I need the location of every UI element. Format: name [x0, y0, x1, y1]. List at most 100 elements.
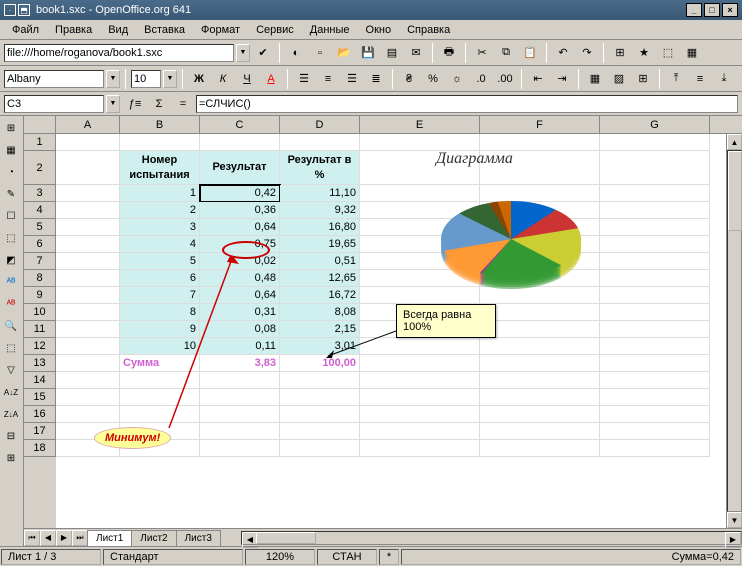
hscroll-thumb[interactable] — [256, 532, 316, 544]
row-header[interactable]: 15 — [24, 389, 56, 406]
mail-icon[interactable]: ✉ — [405, 42, 427, 64]
cell-name-box[interactable] — [4, 95, 104, 113]
menu-view[interactable]: Вид — [100, 22, 136, 38]
ungroup-icon[interactable]: ⊞ — [1, 448, 21, 468]
sort-desc-icon[interactable]: Z↓A — [1, 404, 21, 424]
insert-cells-icon[interactable]: ▦ — [1, 140, 21, 160]
url-dropdown[interactable]: ▼ — [236, 44, 250, 62]
cut-icon[interactable]: ✂ — [471, 42, 493, 64]
align-left-icon[interactable]: ☰ — [293, 68, 315, 90]
cell[interactable]: 0,51 — [280, 253, 360, 270]
font-name-dropdown[interactable]: ▼ — [106, 70, 120, 88]
cell[interactable] — [200, 423, 280, 440]
theme-icon[interactable]: ◩ — [1, 250, 21, 270]
cell[interactable] — [480, 406, 600, 423]
column-header[interactable]: D — [280, 116, 360, 133]
sort-asc-icon[interactable]: A↓Z — [1, 382, 21, 402]
cell[interactable] — [600, 338, 710, 355]
cell[interactable] — [600, 134, 710, 151]
cell[interactable] — [56, 236, 120, 253]
menu-format[interactable]: Формат — [193, 22, 248, 38]
scroll-thumb[interactable] — [728, 151, 742, 231]
cell[interactable] — [360, 134, 480, 151]
align-bot-icon[interactable]: ⤓ — [713, 68, 735, 90]
cell[interactable] — [56, 304, 120, 321]
cell[interactable]: 0,64 — [200, 287, 280, 304]
cell[interactable]: 9,32 — [280, 202, 360, 219]
cell[interactable] — [280, 423, 360, 440]
url-field[interactable] — [4, 44, 234, 62]
insert-icon[interactable]: ⊞ — [1, 118, 21, 138]
form-icon[interactable]: ☐ — [1, 206, 21, 226]
menu-window[interactable]: Окно — [358, 22, 400, 38]
cell[interactable] — [56, 270, 120, 287]
cell[interactable]: 3,01 — [280, 338, 360, 355]
cell[interactable]: 16,72 — [280, 287, 360, 304]
cell[interactable] — [480, 253, 600, 270]
align-center-icon[interactable]: ≡ — [317, 68, 339, 90]
cell[interactable]: 0,42 — [200, 185, 280, 202]
indent-icon[interactable]: ⇥ — [551, 68, 573, 90]
cell[interactable]: 7 — [120, 287, 200, 304]
hyperlink-icon[interactable]: ⬚ — [657, 42, 679, 64]
cell[interactable]: 0,31 — [200, 304, 280, 321]
cell[interactable] — [480, 202, 600, 219]
cell[interactable]: 1 — [120, 185, 200, 202]
borders-icon[interactable]: ▦ — [584, 68, 606, 90]
cell[interactable] — [480, 423, 600, 440]
spreadsheet[interactable]: ABCDEFG 123456789101112131415161718 Диаг… — [24, 116, 742, 546]
menu-insert[interactable]: Вставка — [136, 22, 193, 38]
formula-input[interactable] — [196, 95, 738, 113]
cell[interactable] — [600, 304, 710, 321]
align-right-icon[interactable]: ☰ — [341, 68, 363, 90]
cell[interactable] — [56, 134, 120, 151]
cell[interactable] — [360, 423, 480, 440]
menu-help[interactable]: Справка — [399, 22, 458, 38]
cell[interactable] — [600, 287, 710, 304]
cell[interactable] — [600, 185, 710, 202]
cell[interactable] — [600, 372, 710, 389]
equals-icon[interactable]: = — [172, 93, 194, 115]
percent-icon[interactable]: % — [422, 68, 444, 90]
chart-icon[interactable]: ▦ — [681, 42, 703, 64]
cell[interactable] — [360, 202, 480, 219]
cell[interactable] — [120, 134, 200, 151]
cell[interactable] — [600, 355, 710, 372]
align-top-icon[interactable]: ⤒ — [665, 68, 687, 90]
font-size-dropdown[interactable]: ▼ — [163, 70, 177, 88]
row-header[interactable]: 14 — [24, 372, 56, 389]
cell[interactable]: Сумма — [120, 355, 200, 372]
bgcolor-icon[interactable]: ▨ — [608, 68, 630, 90]
row-header[interactable]: 1 — [24, 134, 56, 151]
cell[interactable]: 0,36 — [200, 202, 280, 219]
cell[interactable] — [360, 219, 480, 236]
row-header[interactable]: 8 — [24, 270, 56, 287]
cell[interactable] — [600, 406, 710, 423]
cell[interactable] — [480, 185, 600, 202]
merge-icon[interactable]: ⊞ — [632, 68, 654, 90]
cell[interactable] — [600, 440, 710, 457]
cell[interactable]: 3 — [120, 219, 200, 236]
cell[interactable] — [56, 253, 120, 270]
stop-icon[interactable]: ◐ — [285, 42, 307, 64]
cell[interactable]: 12,65 — [280, 270, 360, 287]
bold-icon[interactable]: Ж — [188, 68, 210, 90]
cell[interactable] — [120, 406, 200, 423]
cell[interactable]: 8,08 — [280, 304, 360, 321]
cell[interactable]: 9 — [120, 321, 200, 338]
cell[interactable]: 2 — [120, 202, 200, 219]
menu-tools[interactable]: Сервис — [248, 22, 302, 38]
cell[interactable] — [480, 338, 600, 355]
align-justify-icon[interactable]: ≣ — [365, 68, 387, 90]
cell[interactable]: 4 — [120, 236, 200, 253]
row-header[interactable]: 16 — [24, 406, 56, 423]
print-icon[interactable]: 🖶 — [438, 42, 460, 64]
minimum-note[interactable]: Минимум! — [94, 427, 171, 449]
column-header[interactable]: C — [200, 116, 280, 133]
standard-format-icon[interactable]: ☼ — [446, 68, 468, 90]
cell[interactable] — [360, 287, 480, 304]
cell[interactable]: 16,80 — [280, 219, 360, 236]
cell[interactable] — [120, 389, 200, 406]
cell[interactable] — [56, 338, 120, 355]
cell[interactable] — [56, 321, 120, 338]
